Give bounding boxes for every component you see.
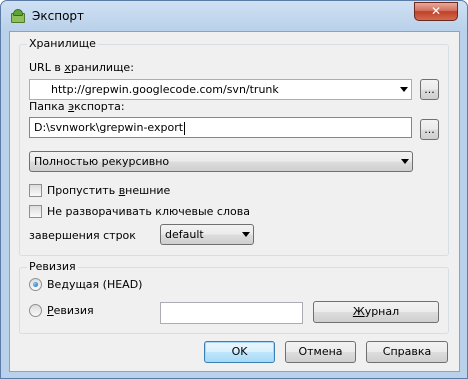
no-keywords-label[interactable]: Не разворачивать ключевые слова <box>47 205 250 218</box>
revision-group-label: Ревизия <box>27 260 78 273</box>
url-combobox[interactable]: http://grepwin.googlecode.com/svn/trunk <box>29 79 412 100</box>
log-button[interactable]: Журнал <box>313 301 439 323</box>
tortoisesvn-icon <box>10 8 26 24</box>
depth-value: Полностью рекурсивно <box>34 155 170 168</box>
close-button[interactable]: ✕ <box>414 2 458 21</box>
eol-dropdown[interactable]: default <box>160 224 254 245</box>
chevron-down-icon <box>401 159 409 164</box>
omit-externals-label[interactable]: Пропустить внешние <box>47 184 170 197</box>
depth-dropdown[interactable]: Полностью рекурсивно <box>29 151 413 172</box>
eol-value: default <box>165 228 204 241</box>
title-bar[interactable]: Экспорт ✕ <box>1 1 467 31</box>
help-button[interactable]: Справка <box>366 341 448 363</box>
repository-group-label: Хранилище <box>27 37 98 50</box>
specific-revision-label[interactable]: Ревизия <box>47 304 94 317</box>
revision-input[interactable] <box>160 302 303 324</box>
export-folder-label: Папка экспорта: <box>29 100 125 113</box>
url-browse-button[interactable]: ... <box>420 79 439 100</box>
specific-revision-radio[interactable] <box>29 304 42 317</box>
eol-label: завершения строк <box>29 229 136 242</box>
url-label: URL в хранилище: <box>29 61 134 74</box>
cancel-button[interactable]: Отмена <box>285 341 356 363</box>
url-value: http://grepwin.googlecode.com/svn/trunk <box>51 83 279 96</box>
head-revision-radio[interactable] <box>29 278 42 291</box>
chevron-down-icon[interactable] <box>400 87 408 92</box>
head-revision-label[interactable]: Ведущая (HEAD) <box>47 278 142 291</box>
no-keywords-checkbox[interactable] <box>29 205 42 218</box>
export-folder-value: D:\svnwork\grepwin-export <box>34 121 184 134</box>
omit-externals-checkbox[interactable] <box>29 184 42 197</box>
ok-button[interactable]: OK <box>204 341 275 363</box>
chevron-down-icon <box>242 232 250 237</box>
text-caret <box>184 121 186 135</box>
export-folder-input[interactable]: D:\svnwork\grepwin-export <box>29 117 412 138</box>
export-browse-button[interactable]: ... <box>420 119 439 140</box>
dialog-window: Экспорт ✕ Хранилище URL в хранилище: htt… <box>0 0 468 379</box>
close-icon: ✕ <box>430 4 442 18</box>
dialog-body: Хранилище URL в хранилище: http://grepwi… <box>9 31 460 372</box>
window-title: Экспорт <box>32 9 85 23</box>
